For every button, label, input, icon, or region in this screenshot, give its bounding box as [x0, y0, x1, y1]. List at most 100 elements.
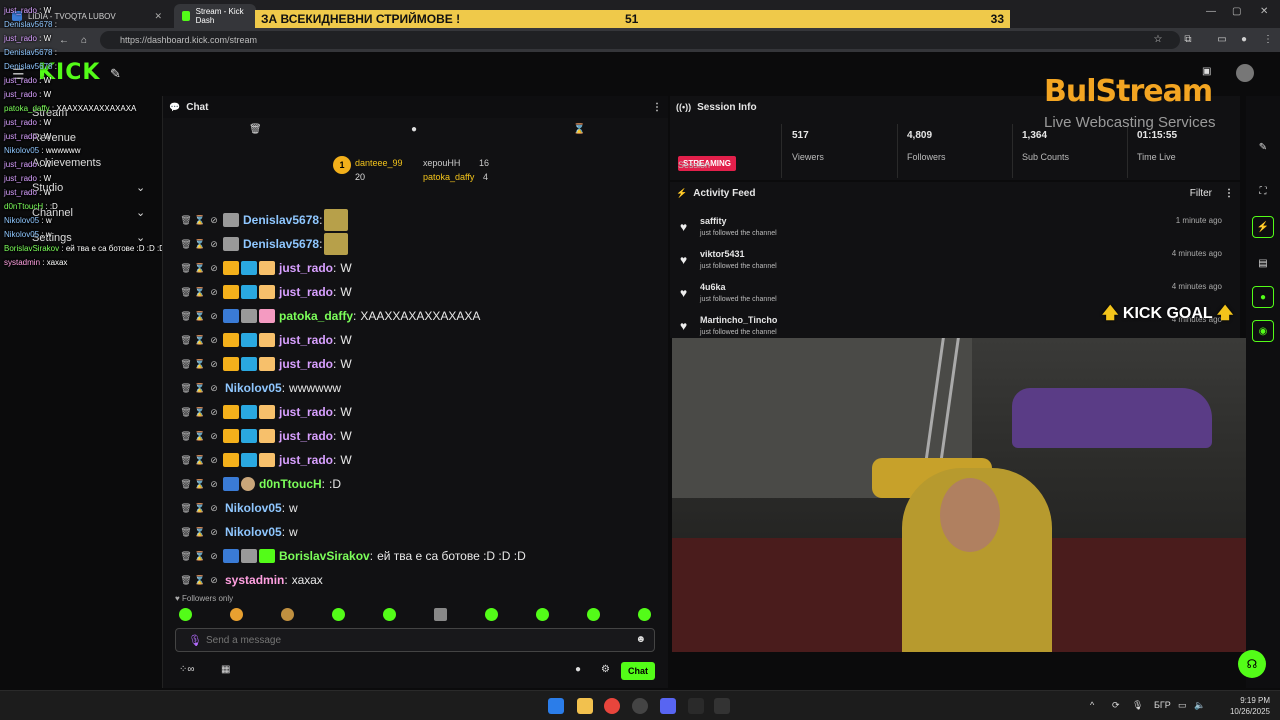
- url-field[interactable]: https://dashboard.kick.com/stream: [100, 31, 1180, 49]
- start-icon[interactable]: [548, 698, 564, 714]
- emote-icon[interactable]: [434, 608, 447, 621]
- chat-message[interactable]: 🗑 ⌛ ⊘ just_rado: W: [179, 282, 352, 302]
- chat-icon[interactable]: ●: [1252, 286, 1274, 308]
- edit-icon[interactable]: ✎: [1252, 136, 1274, 158]
- overlay-chat-line: just_rado : W: [4, 34, 52, 43]
- filter-button[interactable]: Filter: [1190, 188, 1212, 199]
- chat-input[interactable]: [206, 634, 626, 646]
- emote-icon[interactable]: [332, 608, 345, 621]
- leader-name[interactable]: хероuHH: [423, 158, 460, 168]
- delete-icon[interactable]: 🗑: [179, 239, 193, 250]
- chat-tab-icon[interactable]: ●: [411, 124, 417, 135]
- support-button[interactable]: ☊: [1238, 650, 1266, 678]
- delete-icon[interactable]: 🗑: [179, 215, 193, 226]
- hourglass-icon[interactable]: ⌛: [573, 124, 585, 135]
- emoji-icon[interactable]: ☻: [635, 634, 646, 645]
- close-tab-icon[interactable]: ✕: [154, 11, 162, 22]
- chat-message[interactable]: 🗑 ⌛ ⊘ just_rado: W: [179, 450, 352, 470]
- chat-message[interactable]: 🗑 ⌛ ⊘ patoka_daffy: XAAXXAXAXXAXAXA: [179, 306, 480, 326]
- chrome-icon[interactable]: [604, 698, 620, 714]
- avatar[interactable]: [1236, 64, 1254, 82]
- leader-name[interactable]: danteee_99: [355, 158, 403, 168]
- obs-icon[interactable]: [632, 698, 648, 714]
- emote-icon[interactable]: [536, 608, 549, 621]
- leader-count: 20: [355, 172, 366, 182]
- terminal-icon[interactable]: [714, 698, 730, 714]
- emote-icon[interactable]: [179, 608, 192, 621]
- emote-icon[interactable]: [383, 608, 396, 621]
- tray-chevron-icon[interactable]: ^: [1090, 700, 1094, 710]
- emote-icon[interactable]: [587, 608, 600, 621]
- app-icon[interactable]: [688, 698, 704, 714]
- activity-more-icon[interactable]: ⋮: [1224, 188, 1234, 199]
- gift-badge-icon: [259, 285, 275, 299]
- chat-bottom-bar: ⁘∞ ▦ ● ⚙ Chat: [175, 660, 655, 684]
- sync-icon[interactable]: ⟳: [1112, 700, 1120, 711]
- network-icon[interactable]: ▭: [1178, 700, 1187, 711]
- browser-menu-icon[interactable]: ⋮: [1258, 34, 1278, 45]
- chevron-down-icon[interactable]: ⌄: [136, 231, 145, 244]
- emote-icon[interactable]: [230, 608, 243, 621]
- close-window-icon[interactable]: ✕: [1260, 6, 1268, 17]
- camera-icon[interactable]: ▣: [1202, 66, 1211, 77]
- chat-message[interactable]: 🗑 ⌛ ⊘ Denislav5678:: [179, 233, 349, 255]
- chat-message[interactable]: 🗑 ⌛ ⊘ Nikolov05: w: [179, 522, 297, 542]
- chat-message[interactable]: 🗑 ⌛ ⊘ just_rado: W: [179, 330, 352, 350]
- gear-icon[interactable]: ⚙: [601, 664, 610, 675]
- clock[interactable]: 9:19 PM 10/26/2025: [1210, 695, 1270, 717]
- chat-message[interactable]: 🗑 ⌛ ⊘ BorislavSirakov: ей тва е са ботове :D…: [179, 546, 526, 566]
- right-sidebar: ✎ ⛶ ⚡ ▤ ● ◉: [1246, 96, 1280, 688]
- timeout-icon[interactable]: ⌛: [193, 215, 207, 226]
- emote-icon[interactable]: [281, 608, 294, 621]
- browser-tab-active[interactable]: Stream - Kick Dash: [174, 4, 256, 28]
- discord-icon[interactable]: [660, 698, 676, 714]
- chat-message[interactable]: 🗑 ⌛ ⊘ d0nTtoucH::D: [179, 474, 341, 494]
- activity-item[interactable]: ♥ saffity just followed the channel 1 mi…: [680, 214, 1230, 246]
- file-explorer-icon[interactable]: [577, 698, 593, 714]
- store-icon[interactable]: ▦: [221, 664, 230, 675]
- edit-stream-icon[interactable]: ✎: [110, 66, 121, 82]
- profile-icon[interactable]: ●: [1234, 34, 1254, 45]
- trash-icon[interactable]: 🗑: [249, 124, 262, 135]
- chat-message[interactable]: 🗑 ⌛ ⊘ Nikolov05: w: [179, 498, 297, 518]
- kick-favicon-icon: [182, 11, 190, 21]
- maximize-icon[interactable]: ▢: [1232, 6, 1241, 17]
- back-icon[interactable]: ←: [54, 35, 74, 46]
- chat-more-icon[interactable]: ⋮: [652, 102, 662, 113]
- language-indicator[interactable]: БГР: [1154, 700, 1171, 710]
- activity-item[interactable]: ♥ viktor5431 just followed the channel 4…: [680, 247, 1230, 279]
- fullscreen-icon[interactable]: ⛶: [1252, 180, 1274, 202]
- chat-message[interactable]: 🗑 ⌛ ⊘ just_rado: W: [179, 354, 352, 374]
- chevron-down-icon[interactable]: ⌄: [136, 206, 145, 219]
- chevron-down-icon[interactable]: ⌄: [136, 181, 145, 194]
- send-chat-button[interactable]: Chat: [621, 662, 655, 680]
- leader-name[interactable]: patoka_daffy: [423, 172, 474, 182]
- emote-icon[interactable]: [638, 608, 651, 621]
- volume-icon[interactable]: 🔈: [1194, 700, 1205, 711]
- notes-icon[interactable]: ▤: [1252, 252, 1274, 274]
- infinity-icon[interactable]: ⁘∞: [179, 664, 195, 675]
- chat-input-box[interactable]: 🎙 ☻: [175, 628, 655, 652]
- extensions-icon[interactable]: ⧉: [1178, 34, 1198, 45]
- microphone-icon[interactable]: 🎙: [188, 634, 202, 647]
- chat-message[interactable]: 🗑 ⌛ ⊘ just_rado: W: [179, 426, 352, 446]
- chat-message[interactable]: 🗑 ⌛ ⊘ just_rado: W: [179, 402, 352, 422]
- lightning-icon: ⚡: [676, 187, 688, 198]
- mic-tray-icon[interactable]: 🎙: [1132, 700, 1143, 711]
- emote-icon[interactable]: [485, 608, 498, 621]
- chat-settings-bubble-icon[interactable]: ●: [575, 664, 581, 675]
- chat-message[interactable]: 🗑 ⌛ ⊘ Denislav5678:: [179, 209, 349, 231]
- ban-icon[interactable]: ⊘: [207, 215, 221, 226]
- home-icon[interactable]: ⌂: [74, 35, 94, 46]
- stream-preview[interactable]: [672, 338, 1246, 652]
- chat-message[interactable]: 🗑 ⌛ ⊘ systadmin: хахах: [179, 570, 323, 590]
- cast-icon[interactable]: ▭: [1212, 34, 1232, 45]
- broadcast-icon[interactable]: ◉: [1252, 320, 1274, 342]
- chat-message[interactable]: 🗑 ⌛ ⊘ Nikolov05: wwwwww: [179, 378, 341, 398]
- bookmark-star-icon[interactable]: ☆: [1148, 34, 1168, 45]
- timeout-icon[interactable]: ⌛: [193, 239, 207, 250]
- chat-message[interactable]: 🗑 ⌛ ⊘ just_rado: W: [179, 258, 352, 278]
- lightning-icon[interactable]: ⚡: [1252, 216, 1274, 238]
- minimize-icon[interactable]: —: [1206, 6, 1216, 17]
- ban-icon[interactable]: ⊘: [207, 239, 221, 250]
